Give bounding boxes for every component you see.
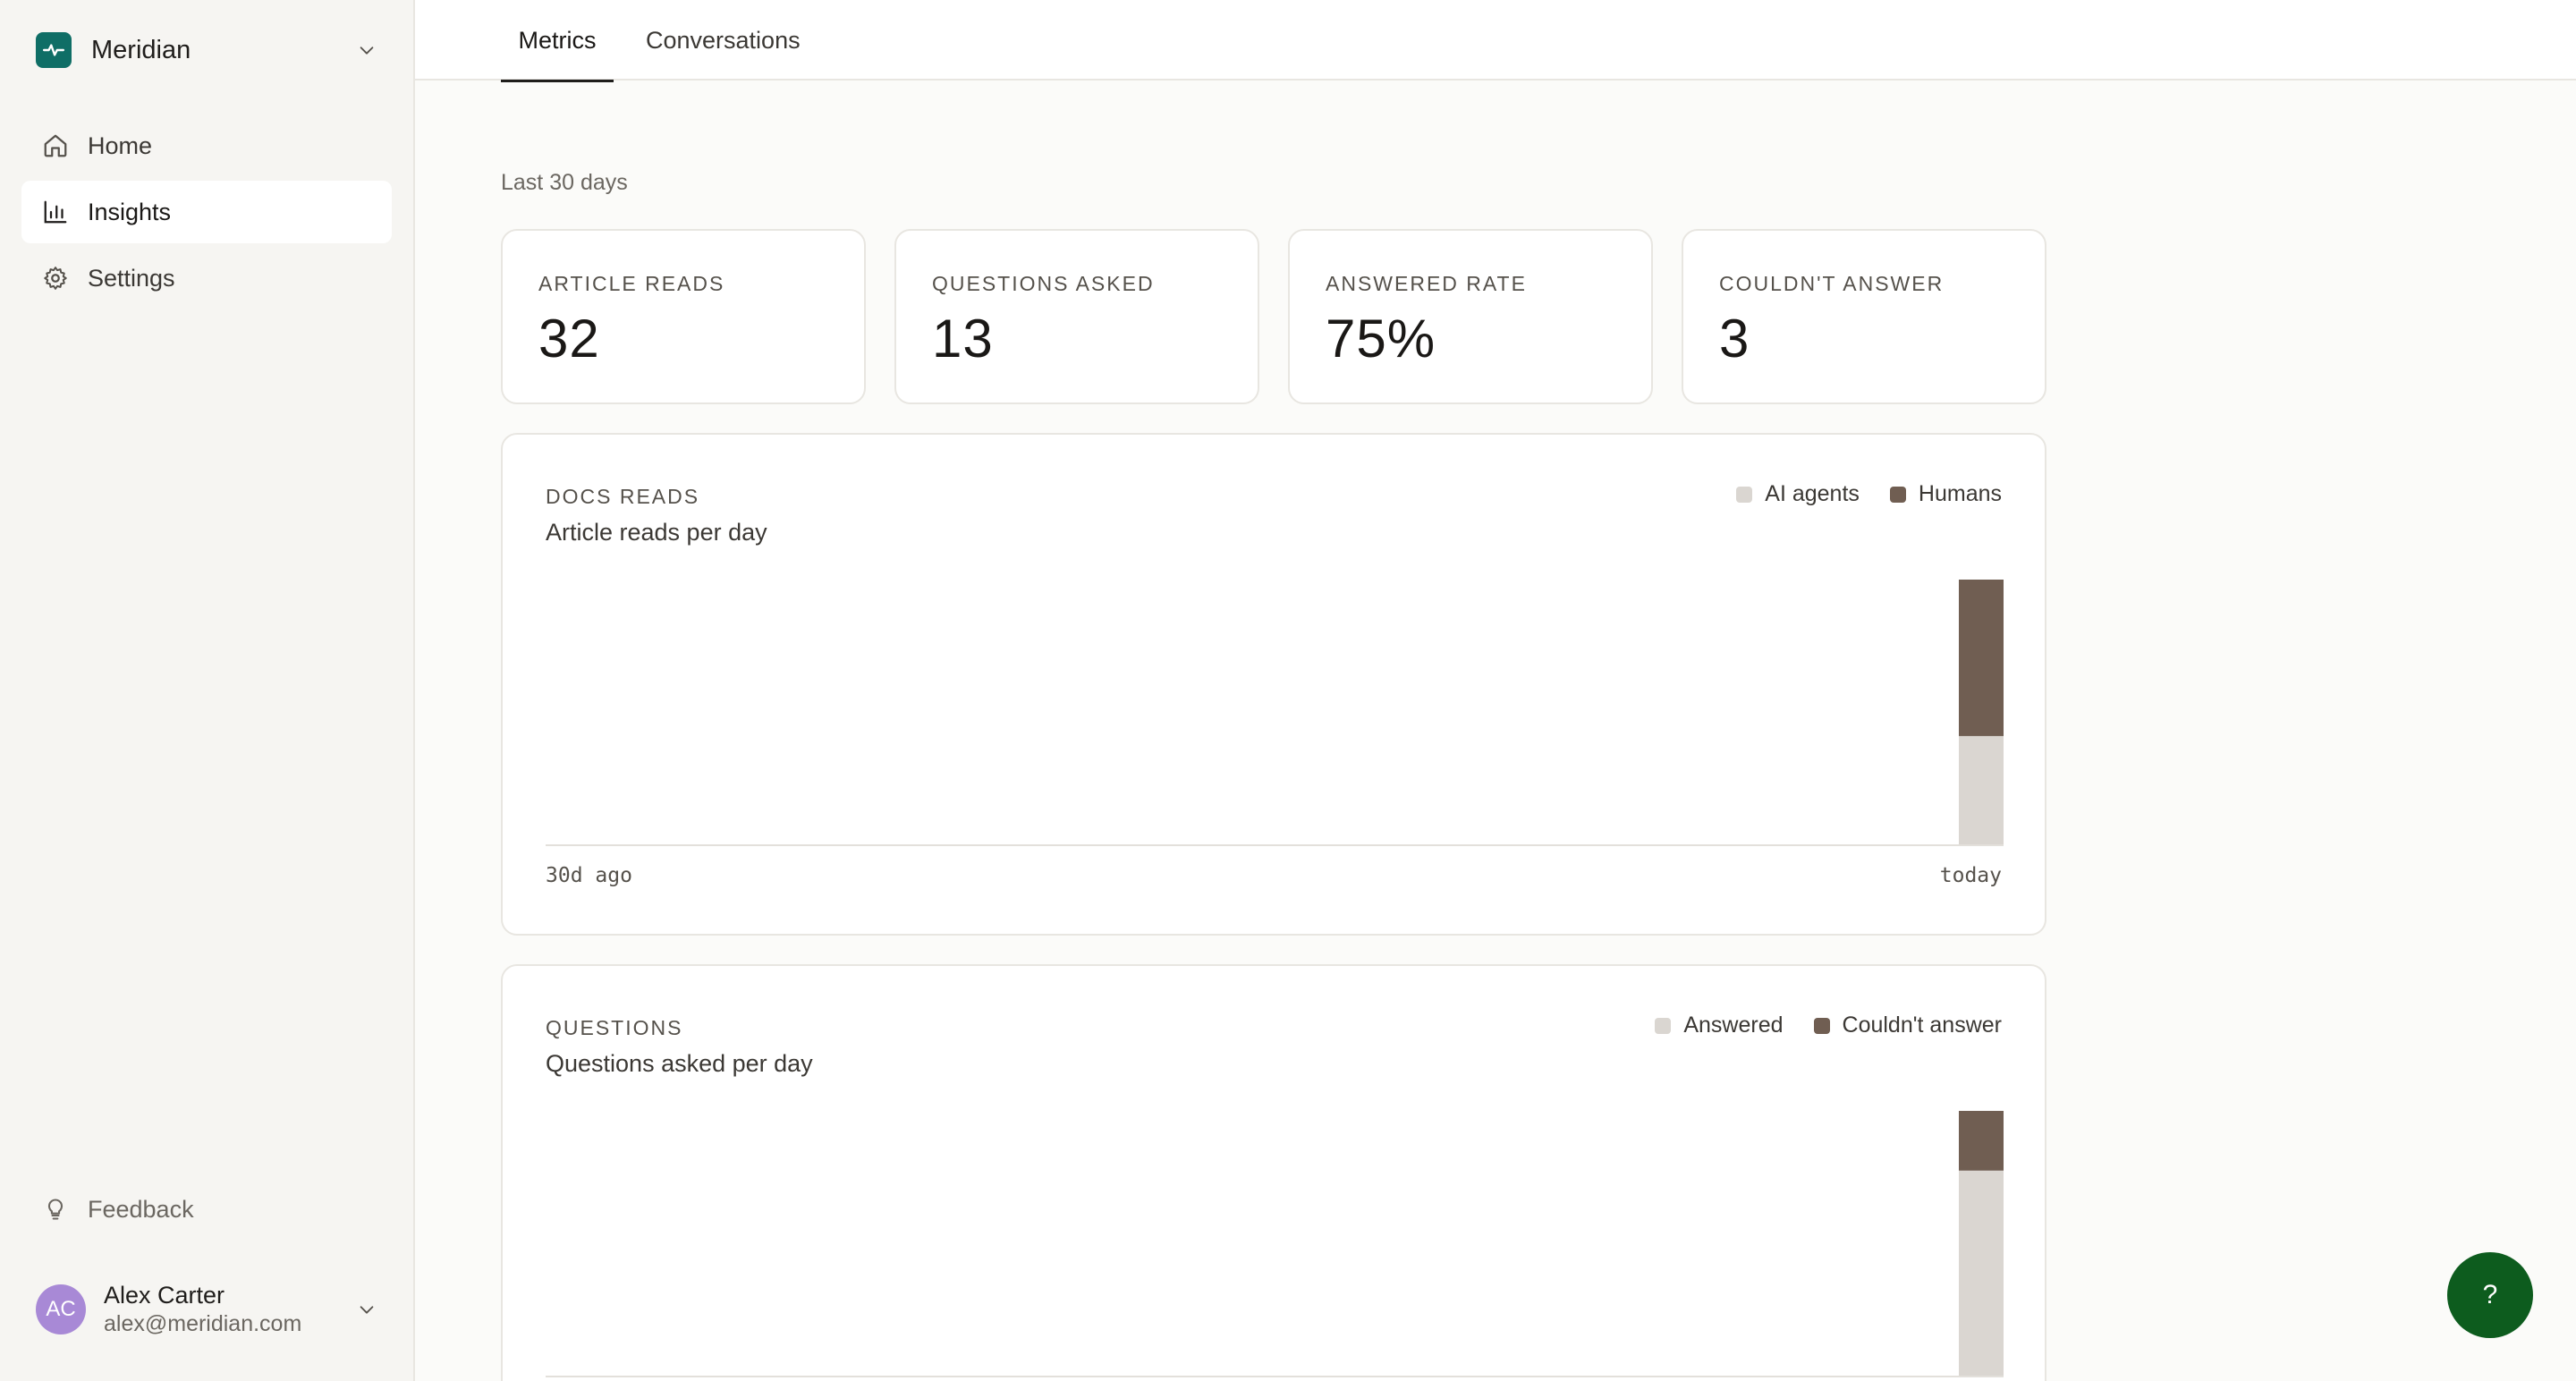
stat-value: 32 [538, 309, 600, 369]
feedback-link[interactable]: Feedback [41, 1193, 194, 1225]
x-axis-end-label: today [1939, 864, 2002, 887]
sidebar-item-insights[interactable]: Insights [21, 181, 392, 243]
chart-subtitle: Article reads per day [546, 519, 767, 546]
date-range-label: Last 30 days [501, 170, 628, 195]
gear-icon [41, 264, 70, 292]
stat-label: COULDN'T ANSWER [1719, 272, 1945, 295]
bar-humans[interactable] [1959, 580, 2004, 736]
legend-swatch [1889, 486, 1906, 503]
home-icon [41, 131, 70, 160]
avatar: AC [36, 1284, 86, 1334]
legend-swatch [1655, 1017, 1672, 1034]
bar-ai-agents[interactable] [1959, 735, 2004, 844]
stat-card-answered-rate: ANSWERED RATE 75% [1288, 229, 1653, 404]
user-email: alex@meridian.com [104, 1311, 302, 1337]
bar-answered[interactable] [1959, 1170, 2004, 1376]
stat-label: ANSWERED RATE [1326, 272, 1527, 295]
user-name: Alex Carter [104, 1281, 225, 1309]
lightbulb-icon [41, 1195, 70, 1224]
legend-label: AI agents [1765, 481, 1860, 506]
legend-label: Humans [1918, 481, 2002, 506]
docs-reads-chart-card: DOCS READS Article reads per day AI agen… [501, 433, 2046, 936]
chevron-down-icon[interactable] [354, 1297, 379, 1322]
x-axis-start-label: 30d ago [546, 864, 632, 887]
stat-label: QUESTIONS ASKED [932, 272, 1155, 295]
stat-card-questions-asked: QUESTIONS ASKED 13 [894, 229, 1259, 404]
workspace-switcher[interactable]: Meridian [36, 32, 379, 68]
legend-entry: AI agents [1736, 481, 1860, 507]
chart-legend: Answered Couldn't answer [1624, 1012, 2002, 1038]
sidebar-item-label: Settings [88, 264, 175, 292]
stat-value: 75% [1326, 309, 1436, 369]
pulse-icon [36, 32, 72, 68]
sidebar-item-settings[interactable]: Settings [21, 247, 392, 309]
legend-label: Answered [1683, 1012, 1784, 1038]
stat-value: 3 [1719, 309, 1750, 369]
user-menu[interactable]: AC Alex Carter alex@meridian.com [36, 1281, 379, 1338]
legend-swatch [1813, 1017, 1830, 1034]
legend-swatch [1736, 486, 1753, 503]
legend-label: Couldn't answer [1842, 1012, 2002, 1038]
stat-label: ARTICLE READS [538, 272, 725, 295]
stat-card-article-reads: ARTICLE READS 32 [501, 229, 866, 404]
stat-card-couldnt-answer: COULDN'T ANSWER 3 [1682, 229, 2046, 404]
chart-kicker: DOCS READS [546, 485, 700, 508]
questions-chart-card: QUESTIONS Questions asked per day Answer… [501, 964, 2046, 1381]
legend-entry: Answered [1655, 1012, 1784, 1038]
user-info: Alex Carter alex@meridian.com [104, 1281, 301, 1339]
chart-legend: AI agents Humans [1706, 481, 2002, 507]
chart-subtitle: Questions asked per day [546, 1050, 813, 1077]
tab-conversations[interactable]: Conversations [646, 0, 801, 80]
sidebar-item-label: Home [88, 131, 153, 159]
feedback-label: Feedback [88, 1195, 194, 1223]
sidebar-item-home[interactable]: Home [21, 114, 392, 177]
sidebar: Meridian Home Insights Settings Feedback… [0, 0, 415, 1381]
legend-entry: Couldn't answer [1813, 1012, 2002, 1038]
bar-chart-icon [41, 198, 70, 226]
stat-value: 13 [932, 309, 994, 369]
tab-metrics[interactable]: Metrics [501, 0, 614, 82]
workspace-name: Meridian [91, 35, 191, 64]
bar-couldn-t-answer[interactable] [1959, 1111, 2004, 1171]
sidebar-item-label: Insights [88, 198, 172, 225]
questions-plot [546, 1111, 2004, 1377]
chevron-down-icon[interactable] [354, 38, 379, 63]
tab-bar: Metrics Conversations [415, 0, 2576, 82]
docs-reads-plot [546, 580, 2004, 846]
chart-kicker: QUESTIONS [546, 1016, 683, 1039]
help-button[interactable]: ? [2447, 1252, 2533, 1338]
legend-entry: Humans [1889, 481, 2002, 507]
sidebar-nav: Home Insights Settings [21, 114, 392, 313]
